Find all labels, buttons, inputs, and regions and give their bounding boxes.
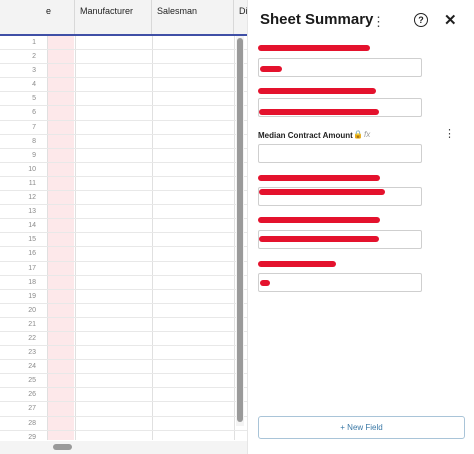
horizontal-scrollbar-thumb[interactable] [53,444,72,450]
summary-field-input[interactable] [258,273,422,292]
redaction-mark [258,217,380,223]
formula-icon: fx [364,130,371,139]
field-more-icon[interactable]: ⋮ [444,129,455,140]
median-contract-amount-label: Median Contract Amount [258,131,353,140]
row-number: 10 [28,165,36,173]
redaction-mark [258,261,336,267]
table-row[interactable]: 28 [0,417,247,431]
table-row[interactable]: 11 [0,177,247,192]
table-row[interactable]: 12 [0,191,247,206]
panel-more-icon[interactable]: ⋮ [372,15,385,28]
help-icon[interactable]: ? [414,13,428,27]
row-number: 9 [32,151,36,159]
row-number: 12 [28,194,36,202]
column-header-e[interactable]: e [0,0,75,34]
table-row[interactable]: 16 [0,247,247,262]
row-number: 7 [32,123,36,131]
column-header-di[interactable]: Di [234,0,247,34]
table-row[interactable]: 23 [0,346,247,361]
row-number: 20 [28,306,36,314]
row-number: 1 [32,39,36,46]
table-row[interactable]: 22 [0,332,247,347]
redaction-mark [258,175,380,181]
table-row[interactable]: 1 [0,36,247,51]
table-row[interactable]: 21 [0,318,247,332]
row-number: 28 [28,419,36,427]
sheet-summary-panel: Sheet Summary ⋮ ? ✕ Median Contract Amou… [247,0,474,454]
table-row[interactable]: 2 [0,50,247,65]
vertical-scrollbar-thumb[interactable] [237,38,243,422]
table-row[interactable]: 26 [0,388,247,403]
redaction-mark [259,236,379,242]
summary-field-input[interactable] [258,98,422,117]
table-row[interactable]: 6 [0,106,247,121]
row-number: 26 [28,391,36,399]
summary-field-input[interactable] [258,187,422,206]
row-number: 13 [28,208,36,216]
row-number: 14 [28,222,36,230]
row-number: 22 [28,334,36,342]
table-row[interactable]: 17 [0,262,247,276]
row-number: 25 [28,377,36,385]
table-row[interactable]: 13 [0,205,247,220]
table-row[interactable]: 15 [0,233,247,248]
table-row[interactable]: 8 [0,135,247,149]
redaction-mark [259,189,385,195]
row-number: 23 [28,349,36,357]
redaction-mark [259,109,379,115]
grid-rows: 1 2 3 4 5 6 7 8 9 10 11 12 13 14 15 16 17 18 19 20 21 22 23 24 2… [0,36,247,445]
table-row[interactable]: 10 [0,163,247,177]
row-number: 11 [28,179,36,187]
row-number: 2 [32,53,36,61]
row-number: 8 [32,137,36,145]
table-row[interactable]: 18 [0,276,247,290]
column-header-manufacturer[interactable]: Manufacturer [75,0,152,34]
row-number: 6 [32,109,36,117]
redaction-mark [258,88,376,94]
median-contract-amount-field[interactable] [258,144,422,163]
redaction-mark [260,66,282,72]
row-number: 24 [28,363,36,371]
new-field-button[interactable]: + New Field [258,416,465,439]
table-row[interactable]: 4 [0,78,247,93]
horizontal-scrollbar[interactable] [0,441,247,454]
row-number: 21 [28,320,36,328]
summary-field-input[interactable] [258,230,422,249]
row-number: 17 [28,264,36,272]
row-number: 16 [28,250,36,258]
row-number: 18 [28,278,36,286]
row-number: 19 [28,292,36,300]
close-icon[interactable]: ✕ [444,11,457,29]
row-number: 5 [32,95,36,103]
table-row[interactable]: 24 [0,360,247,375]
table-row[interactable]: 14 [0,219,247,234]
redaction-mark [258,45,370,51]
table-row[interactable]: 7 [0,121,247,135]
table-row[interactable]: 27 [0,402,247,417]
row-number: 27 [28,405,36,413]
redaction-mark [260,280,270,286]
row-number: 15 [28,236,36,244]
table-row[interactable]: 3 [0,64,247,79]
panel-title: Sheet Summary [260,11,374,28]
column-header-salesman[interactable]: Salesman [152,0,234,34]
row-number: 4 [32,81,36,89]
table-row[interactable]: 20 [0,304,247,318]
sheet-grid: e Manufacturer Salesman Di 1 2 3 4 5 6 7 8 9 10 11… [0,0,247,454]
summary-field-input[interactable] [258,58,422,77]
table-row[interactable]: 25 [0,374,247,389]
vertical-scrollbar[interactable] [236,36,244,426]
lock-icon: 🔒 [353,130,363,139]
table-row[interactable]: 5 [0,92,247,107]
row-number: 3 [32,67,36,75]
table-row[interactable]: 19 [0,290,247,304]
table-row[interactable]: 9 [0,149,247,163]
column-header-row: e Manufacturer Salesman Di [0,0,247,36]
